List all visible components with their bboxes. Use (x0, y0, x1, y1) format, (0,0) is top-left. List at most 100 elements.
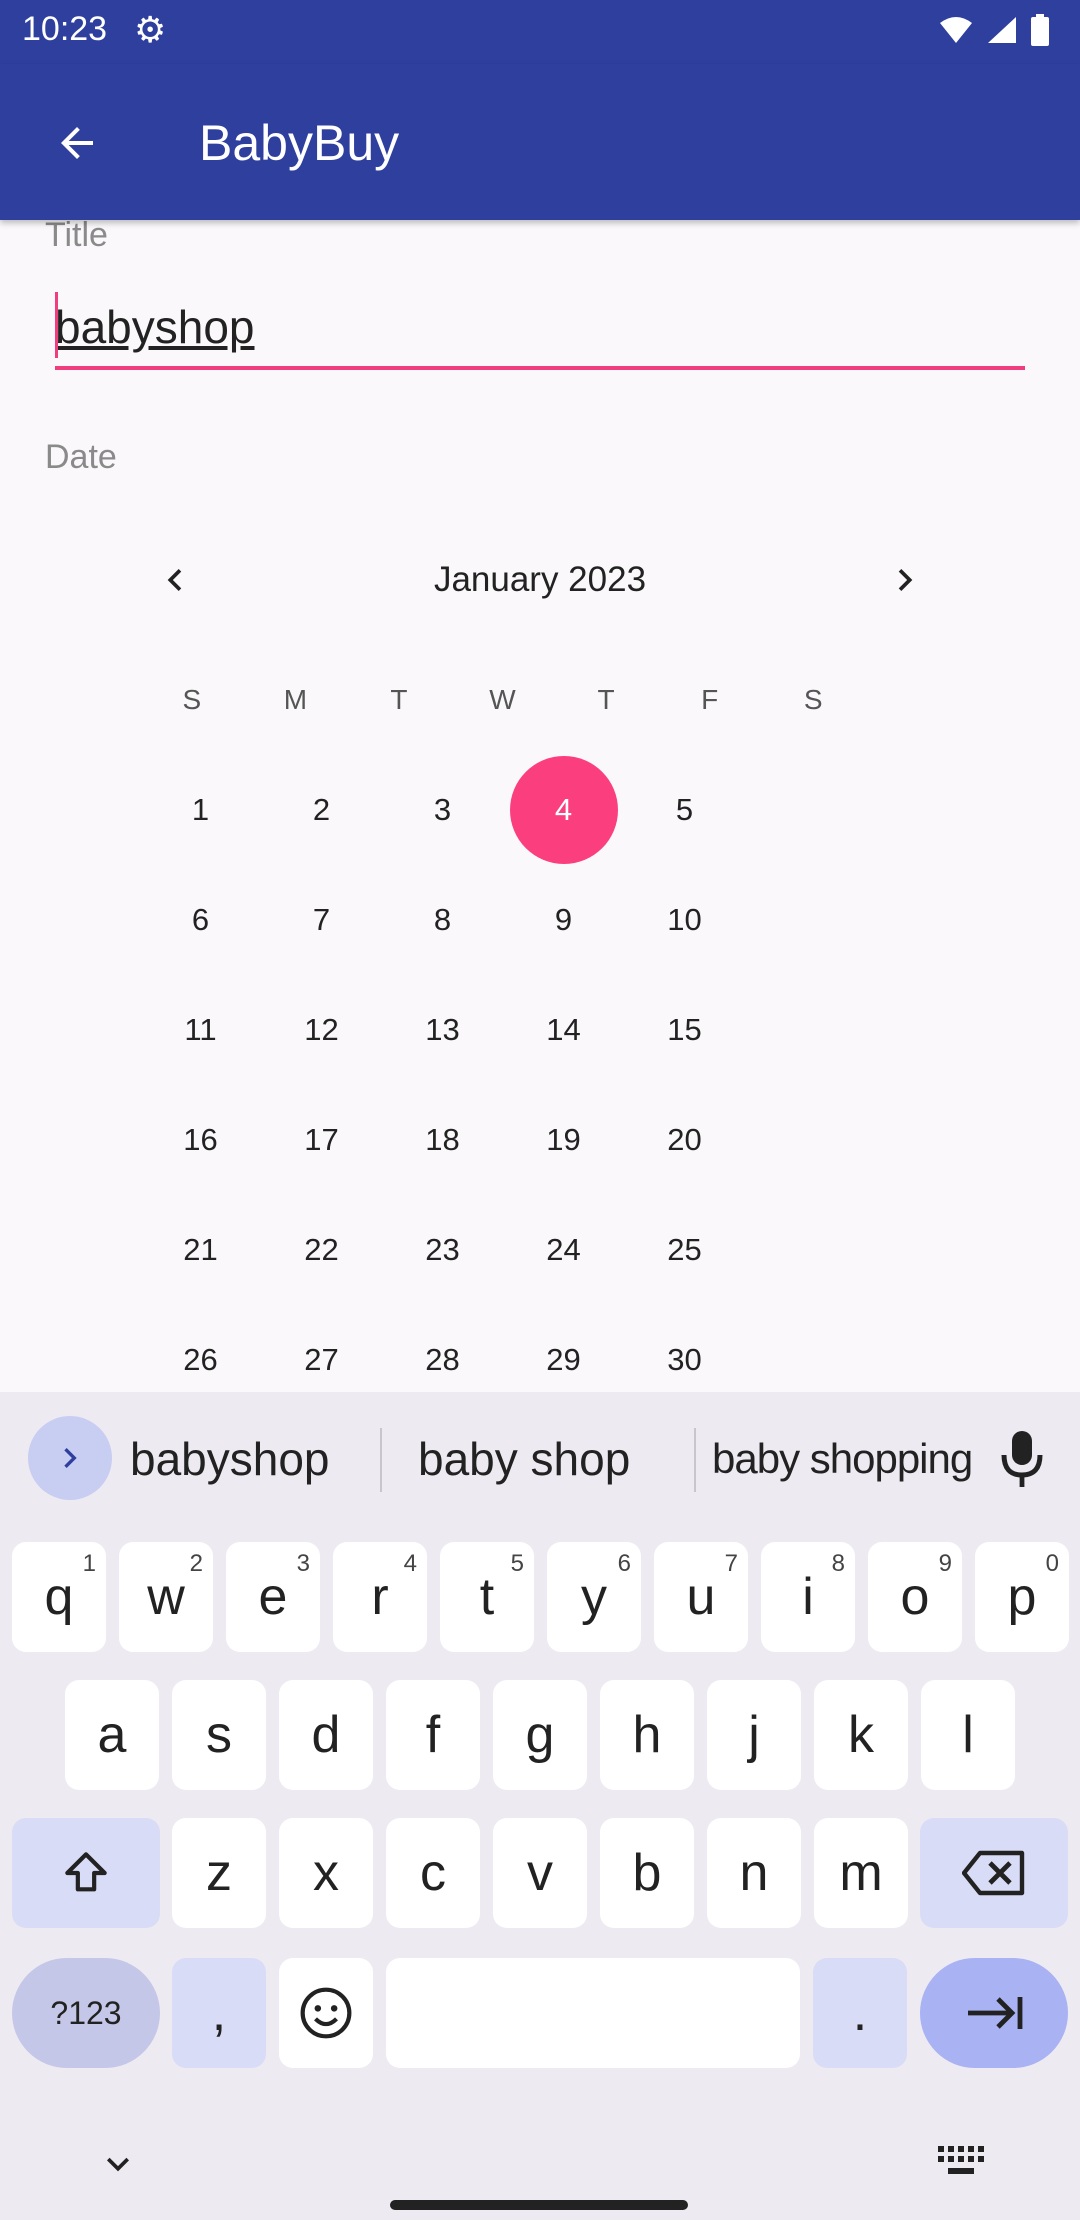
title-input[interactable]: babyshop (55, 290, 1025, 370)
suggestion-2[interactable]: baby shop (418, 1432, 630, 1486)
calendar-day[interactable]: 11 (140, 975, 261, 1085)
calendar-day[interactable]: 3 (382, 755, 503, 865)
key-hint: 5 (510, 1550, 524, 1577)
key-e[interactable]: e3 (226, 1542, 320, 1652)
space-key[interactable] (386, 1958, 800, 2068)
key-r[interactable]: r4 (333, 1542, 427, 1652)
home-gesture-bar[interactable] (390, 2200, 688, 2210)
key-label: v (527, 1844, 553, 1902)
next-month-button[interactable] (870, 545, 940, 615)
key-y[interactable]: y6 (547, 1542, 641, 1652)
settings-gear-icon: ⚙ (134, 9, 167, 50)
calendar-day[interactable]: 21 (140, 1195, 261, 1305)
arrow-back-icon (61, 127, 93, 159)
screen: 10:23 ⚙ BabyBuy Title babyshop Date Janu… (0, 0, 1080, 2220)
key-label: q (44, 1568, 74, 1626)
calendar-day[interactable]: 2 (261, 755, 382, 865)
shift-icon (65, 1852, 107, 1892)
expand-toolbar-button[interactable] (28, 1416, 112, 1500)
calendar-day[interactable]: 6 (140, 865, 261, 975)
key-b[interactable]: b (600, 1818, 694, 1928)
comma-key[interactable]: , (172, 1958, 266, 2068)
voice-input-button[interactable] (990, 1424, 1054, 1494)
key-hint: 3 (296, 1550, 310, 1577)
calendar-day-number: 21 (183, 1232, 218, 1267)
calendar-day[interactable]: 1 (140, 755, 261, 865)
hide-keyboard-button[interactable] (96, 2142, 140, 2191)
weekday-label: W (489, 684, 516, 715)
key-hint: 9 (938, 1550, 952, 1577)
wifi-icon (940, 17, 972, 43)
next-key[interactable] (920, 1958, 1068, 2068)
key-label: g (525, 1706, 555, 1764)
symbols-key[interactable]: ?123 (12, 1958, 160, 2068)
key-p[interactable]: p0 (975, 1542, 1069, 1652)
key-j[interactable]: j (707, 1680, 801, 1790)
key-i[interactable]: i8 (761, 1542, 855, 1652)
calendar-day-number: 1 (191, 792, 210, 827)
calendar-day[interactable]: 8 (382, 865, 503, 975)
calendar-day[interactable]: 16 (140, 1085, 261, 1195)
emoji-key[interactable] (279, 1958, 373, 2068)
key-q[interactable]: q1 (12, 1542, 106, 1652)
key-m[interactable]: m (814, 1818, 908, 1928)
key-t[interactable]: t5 (440, 1542, 534, 1652)
calendar-day[interactable]: 15 (624, 975, 745, 1085)
backspace-key[interactable] (920, 1818, 1068, 1928)
period-key[interactable]: . (813, 1958, 907, 2068)
calendar-day[interactable]: 25 (624, 1195, 745, 1305)
suggestion-1[interactable]: babyshop (130, 1432, 330, 1486)
key-c[interactable]: c (386, 1818, 480, 1928)
calendar-day[interactable]: 18 (382, 1085, 503, 1195)
text-cursor (55, 292, 58, 358)
calendar-day[interactable]: 23 (382, 1195, 503, 1305)
key-z[interactable]: z (172, 1818, 266, 1928)
calendar-day[interactable]: 7 (261, 865, 382, 975)
key-label: o (900, 1568, 930, 1626)
calendar-day-selected[interactable]: 4 (503, 755, 624, 865)
suggestion-3[interactable]: baby shopping (712, 1435, 973, 1483)
suggestion-divider (694, 1428, 696, 1492)
calendar-day-number: 7 (312, 902, 331, 937)
calendar-day[interactable]: 20 (624, 1085, 745, 1195)
calendar-day[interactable]: 12 (261, 975, 382, 1085)
key-v[interactable]: v (493, 1818, 587, 1928)
key-h[interactable]: h (600, 1680, 694, 1790)
key-label: y (581, 1568, 607, 1626)
calendar-day[interactable]: 13 (382, 975, 503, 1085)
key-l[interactable]: l (921, 1680, 1015, 1790)
key-x[interactable]: x (279, 1818, 373, 1928)
calendar-day[interactable]: 5 (624, 755, 745, 865)
key-s[interactable]: s (172, 1680, 266, 1790)
calendar-day[interactable]: 14 (503, 975, 624, 1085)
month-label: January 2023 (433, 560, 647, 599)
key-label: m (839, 1844, 883, 1902)
key-n[interactable]: n (707, 1818, 801, 1928)
weekday-label: S (803, 684, 823, 715)
key-w[interactable]: w2 (119, 1542, 213, 1652)
key-u[interactable]: u7 (654, 1542, 748, 1652)
calendar-day[interactable]: 24 (503, 1195, 624, 1305)
back-button[interactable] (42, 108, 112, 178)
calendar-day[interactable]: 19 (503, 1085, 624, 1195)
key-label: , (211, 1984, 227, 2042)
calendar-day-number: 6 (191, 902, 210, 937)
key-label: ?123 (50, 1994, 122, 2031)
status-bar: 10:23 ⚙ (0, 0, 1080, 64)
calendar-day[interactable]: 17 (261, 1085, 382, 1195)
key-d[interactable]: d (279, 1680, 373, 1790)
key-k[interactable]: k (814, 1680, 908, 1790)
calendar-day[interactable]: 9 (503, 865, 624, 975)
keyboard-nav-bar (0, 2122, 1080, 2220)
switch-keyboard-button[interactable] (936, 2142, 986, 2187)
chevron-right-icon (64, 1448, 77, 1468)
key-a[interactable]: a (65, 1680, 159, 1790)
key-g[interactable]: g (493, 1680, 587, 1790)
shift-key[interactable] (12, 1818, 160, 1928)
app-bar: BabyBuy (0, 64, 1080, 220)
key-o[interactable]: o9 (868, 1542, 962, 1652)
title-label: Title (45, 216, 108, 254)
calendar-day[interactable]: 10 (624, 865, 745, 975)
key-f[interactable]: f (386, 1680, 480, 1790)
calendar-day[interactable]: 22 (261, 1195, 382, 1305)
